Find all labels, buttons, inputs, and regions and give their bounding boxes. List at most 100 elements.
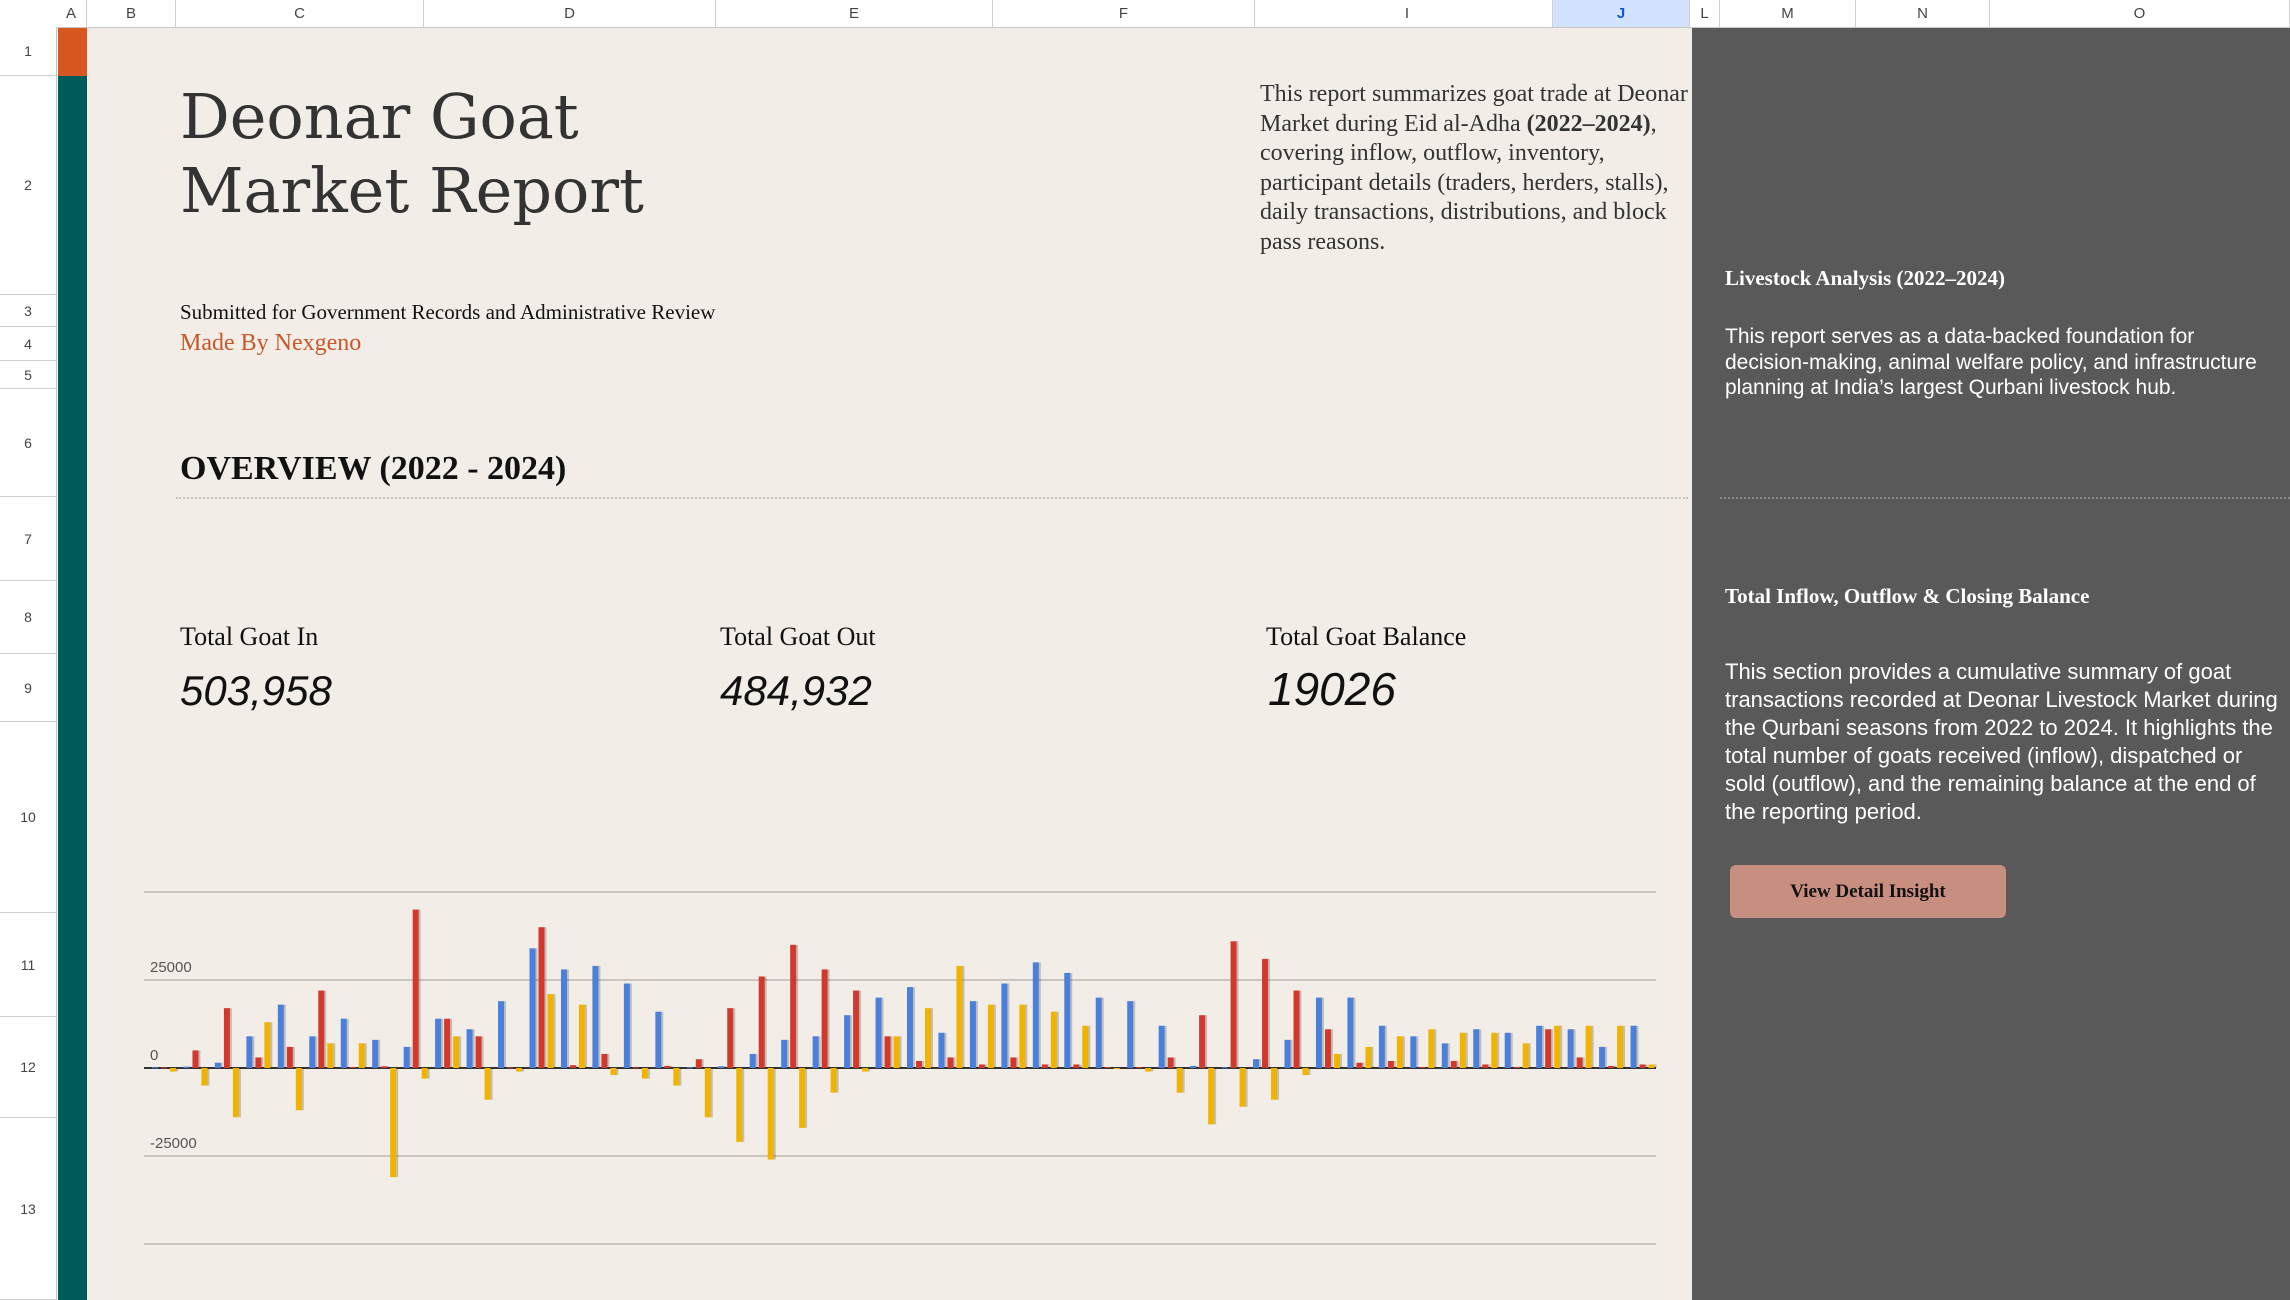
bar-shade <box>638 1067 641 1069</box>
bar-series-3 <box>925 1008 931 1068</box>
bar-series-1 <box>749 1053 756 1068</box>
bar-shade <box>1573 1029 1576 1068</box>
bar-shade <box>450 1018 453 1068</box>
bar-series-2 <box>758 976 765 1068</box>
column-header-e[interactable]: E <box>716 0 993 27</box>
bar-series-2 <box>1041 1064 1048 1068</box>
bar-series-2 <box>1356 1062 1363 1068</box>
column-header-m[interactable]: M <box>1720 0 1856 27</box>
bar-series-2 <box>349 1066 356 1068</box>
row-header-2[interactable]: 2 <box>0 76 56 295</box>
bar-shade <box>692 1067 695 1069</box>
bar-series-3 <box>1208 1068 1215 1125</box>
row-header-8[interactable]: 8 <box>0 581 56 654</box>
bar-shade <box>827 969 830 1068</box>
bar-series-2 <box>1010 1057 1017 1068</box>
row-header-13[interactable]: 13 <box>0 1118 56 1300</box>
bar-series-2 <box>947 1057 954 1068</box>
bar-shade <box>975 1001 978 1068</box>
bar-series-3 <box>767 1068 774 1160</box>
bar-series-2 <box>1419 1066 1426 1068</box>
bar-series-3 <box>1050 1011 1057 1068</box>
bar-series-3 <box>1271 1068 1278 1100</box>
bar-series-3 <box>893 1036 900 1068</box>
bar-shade <box>207 1068 210 1086</box>
bar-series-1 <box>372 1039 379 1068</box>
bar-series-3 <box>295 1068 302 1111</box>
bar-shade <box>922 1060 924 1068</box>
bar-shade <box>418 909 421 1068</box>
column-header-a[interactable]: A <box>56 0 87 27</box>
bar-shade <box>598 965 601 1068</box>
bar-series-3 <box>516 1068 523 1072</box>
column-header-o[interactable]: O <box>1990 0 2290 27</box>
bar-shade <box>1151 1068 1154 1072</box>
column-header-c[interactable]: C <box>176 0 424 27</box>
bar-series-3 <box>987 1004 994 1068</box>
bar-shade <box>1038 962 1041 1068</box>
bar-series-3 <box>862 1068 869 1072</box>
bar-series-2 <box>1073 1064 1080 1068</box>
bar-shade <box>1402 1036 1405 1068</box>
column-header-n[interactable]: N <box>1856 0 1990 27</box>
bar-shade <box>724 1066 727 1068</box>
bar-series-3 <box>641 1068 648 1079</box>
bar-series-1 <box>875 997 882 1068</box>
row-header-10[interactable]: 10 <box>0 722 56 913</box>
bar-shade <box>1582 1057 1585 1068</box>
column-header-f[interactable]: F <box>993 0 1255 27</box>
bar-shade <box>481 1036 484 1068</box>
bar-series-2 <box>1262 958 1269 1068</box>
row-header-7[interactable]: 7 <box>0 497 56 581</box>
bar-shade <box>1591 1025 1594 1068</box>
row-header-12[interactable]: 12 <box>0 1017 56 1118</box>
bar-series-1 <box>907 987 913 1068</box>
bar-shade <box>1268 958 1271 1068</box>
bar-shade <box>764 976 767 1068</box>
row-header-6[interactable]: 6 <box>0 389 56 497</box>
bar-series-1 <box>1158 1025 1165 1068</box>
column-header-b[interactable]: B <box>87 0 176 27</box>
row-header-11[interactable]: 11 <box>0 913 56 1017</box>
row-header-3[interactable]: 3 <box>0 295 56 327</box>
bar-shade <box>1101 997 1104 1068</box>
bar-series-1 <box>1032 962 1039 1068</box>
bar-shade <box>1088 1025 1091 1068</box>
bar-shade <box>315 1036 318 1068</box>
bar-shade <box>553 994 556 1068</box>
bar-series-3 <box>1019 1004 1026 1068</box>
bar-shade <box>1016 1057 1019 1068</box>
bar-series-2 <box>569 1065 576 1068</box>
bar-series-2 <box>1482 1064 1489 1068</box>
column-header-d[interactable]: D <box>424 0 716 27</box>
bar-series-1 <box>844 1015 851 1068</box>
bar-series-2 <box>1513 1066 1520 1068</box>
bar-shade <box>364 1043 367 1068</box>
row-header-5[interactable]: 5 <box>0 361 56 389</box>
bar-series-3 <box>1145 1068 1152 1072</box>
column-header-j[interactable]: J <box>1553 0 1690 27</box>
bar-shade <box>1308 1068 1311 1076</box>
bar-series-3 <box>1459 1032 1466 1068</box>
row-header-9[interactable]: 9 <box>0 654 56 722</box>
column-header-l[interactable]: L <box>1690 0 1720 27</box>
bar-shade <box>238 1068 241 1118</box>
bar-series-2 <box>790 944 797 1068</box>
bar-series-2 <box>664 1065 671 1068</box>
row-header-4[interactable]: 4 <box>0 327 56 361</box>
view-detail-insight-button[interactable]: View Detail Insight <box>1730 865 2006 918</box>
bar-shade <box>1479 1029 1482 1068</box>
stat-label-goat-in: Total Goat In <box>180 622 319 651</box>
bar-series-2 <box>318 990 325 1068</box>
bar-shade <box>1371 1046 1374 1068</box>
bar-shade <box>616 1068 619 1076</box>
bar-series-2 <box>1293 990 1300 1068</box>
bar-shade <box>220 1062 223 1068</box>
bar-shade <box>1164 1025 1167 1068</box>
bar-shade <box>1070 972 1073 1068</box>
column-header-i[interactable]: I <box>1262 0 1553 27</box>
bar-shade <box>378 1039 381 1068</box>
bar-series-1 <box>466 1029 473 1068</box>
row-header-1[interactable]: 1 <box>0 27 56 76</box>
bar-shade <box>1182 1068 1185 1093</box>
